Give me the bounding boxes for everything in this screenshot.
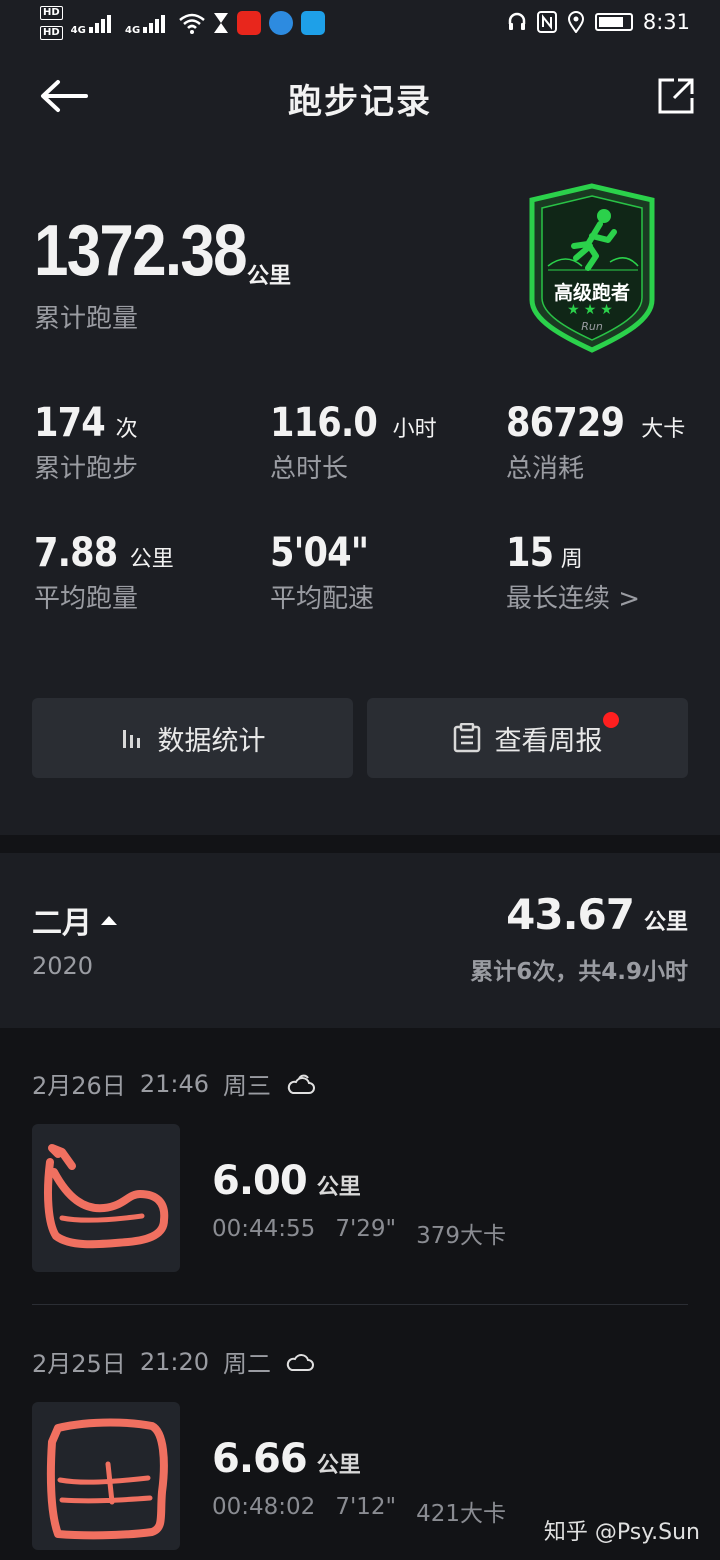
run-time: 21:20 — [139, 1347, 209, 1376]
total-distance-unit: 公里 — [247, 264, 292, 289]
run-calories: 421大卡 — [416, 1501, 507, 1527]
stat-total-time: 116.0 小时 总时长 — [270, 400, 437, 485]
month-selector[interactable]: 二月 — [32, 898, 118, 942]
run-distance-unit: 公里 — [316, 1175, 361, 1200]
month-name: 二月 — [32, 906, 92, 941]
stat-longest-streak[interactable]: 15 周 最长连续 > — [506, 530, 640, 615]
stat-value: 116.0 — [270, 400, 378, 446]
share-icon[interactable] — [654, 74, 698, 118]
weekly-report-label: 查看周报 — [494, 725, 603, 757]
run-route-map[interactable] — [32, 1402, 180, 1550]
stat-total-calories: 86729 大卡 总消耗 — [506, 400, 685, 485]
stat-unit: 周 — [560, 547, 583, 572]
run-time: 21:46 — [139, 1069, 209, 1098]
location-icon — [567, 11, 584, 33]
stat-value: 174 — [34, 400, 106, 446]
stat-total-runs: 174 次 累计跑步 — [34, 400, 138, 485]
cloud-icon — [286, 1353, 314, 1371]
stat-label: 总时长 — [270, 454, 349, 484]
month-distance-value: 43.67 — [506, 890, 635, 939]
browser-app-icon — [269, 11, 294, 35]
signal-2-icon: 4G — [125, 11, 171, 36]
month-distance: 43.67 公里 — [506, 890, 688, 939]
run-weekday: 周二 — [222, 1350, 271, 1378]
stat-label: 累计跑步 — [34, 454, 139, 484]
run-meta: 00:44:55 7'29" 379大卡 — [212, 1216, 506, 1250]
hourglass-icon — [214, 13, 229, 33]
weekly-report-button[interactable]: 查看周报 — [367, 698, 688, 778]
notification-dot — [603, 712, 619, 728]
run-date: 2月25日 — [32, 1350, 126, 1378]
headset-icon — [508, 12, 526, 30]
badge-stars: ★★★ — [567, 302, 617, 318]
route-path — [44, 1144, 169, 1249]
month-distance-unit: 公里 — [643, 910, 688, 935]
stat-label: 平均配速 — [270, 584, 375, 614]
clock: 8:31 — [642, 10, 690, 34]
status-left: HD HD 4G 4G — [40, 6, 326, 40]
month-year: 2020 — [32, 952, 94, 980]
stat-unit: 小时 — [392, 417, 437, 442]
stat-value: 5'04" — [270, 530, 369, 576]
run-date-row: 2月26日 21:46 周三 — [32, 1066, 315, 1101]
run-distance-value: 6.66 — [212, 1436, 308, 1482]
stat-unit: 大卡 — [641, 417, 686, 442]
clipboard-icon — [453, 723, 480, 753]
stat-label: 平均跑量 — [34, 584, 139, 614]
run-calories: 379大卡 — [416, 1223, 507, 1249]
run-distance: 6.00 公里 — [212, 1158, 361, 1204]
badge-title: 高级跑者 — [553, 282, 630, 304]
status-bar: HD HD 4G 4G 8:31 — [0, 0, 720, 50]
stat-unit: 公里 — [129, 547, 174, 572]
runner-level-badge[interactable]: 高级跑者 ★★★ Run — [526, 182, 658, 354]
hd-icon: HD HD — [40, 6, 63, 40]
app-notification-icon — [237, 11, 262, 35]
signal-1-icon: 4G — [71, 11, 117, 36]
run-duration: 00:44:55 — [212, 1216, 316, 1242]
run-meta: 00:48:02 7'12" 421大卡 — [212, 1494, 506, 1528]
stat-avg-pace: 5'04" 平均配速 — [270, 530, 378, 615]
cloud-sun-icon — [287, 1074, 315, 1094]
run-date-row: 2月25日 21:20 周二 — [32, 1344, 315, 1379]
data-stats-button[interactable]: 数据统计 — [32, 698, 353, 778]
stat-label: 最长连续 > — [506, 584, 641, 614]
run-pace: 7'12" — [335, 1494, 397, 1520]
run-route-map[interactable] — [32, 1124, 180, 1272]
run-distance-value: 6.00 — [212, 1158, 308, 1204]
total-distance-label: 累计跑量 — [34, 304, 139, 334]
run-weekday: 周三 — [222, 1072, 271, 1100]
page-title: 跑步记录 — [288, 82, 432, 122]
month-summary-text: 累计6次，共4.9小时 — [470, 959, 688, 985]
section-divider — [0, 835, 720, 853]
stat-value: 86729 — [506, 400, 625, 446]
stat-value: 7.88 — [34, 530, 118, 576]
route-path — [46, 1418, 168, 1540]
caret-up-icon — [101, 916, 117, 925]
run-distance: 6.66 公里 — [212, 1436, 361, 1482]
run-date: 2月26日 — [32, 1072, 126, 1100]
bar-chart-icon — [122, 730, 140, 748]
run-duration: 00:48:02 — [212, 1494, 316, 1520]
run-separator — [32, 1304, 688, 1305]
status-right: 8:31 — [507, 10, 690, 34]
stat-avg-distance: 7.88 公里 平均跑量 — [34, 530, 174, 615]
data-stats-label: 数据统计 — [157, 725, 266, 757]
stat-unit: 次 — [115, 417, 138, 442]
nfc-icon — [536, 11, 557, 33]
watermark: 知乎 @Psy.Sun — [543, 1520, 700, 1545]
total-distance-value: 1372.38 — [34, 211, 248, 291]
run-pace: 7'29" — [335, 1216, 397, 1242]
badge-logo: Run — [581, 320, 603, 333]
stat-value: 15 — [506, 530, 554, 576]
stat-label: 总消耗 — [506, 454, 585, 484]
chat-app-icon — [301, 11, 326, 35]
battery-icon — [594, 13, 633, 31]
wifi-icon — [179, 13, 206, 34]
run-distance-unit: 公里 — [316, 1453, 361, 1478]
